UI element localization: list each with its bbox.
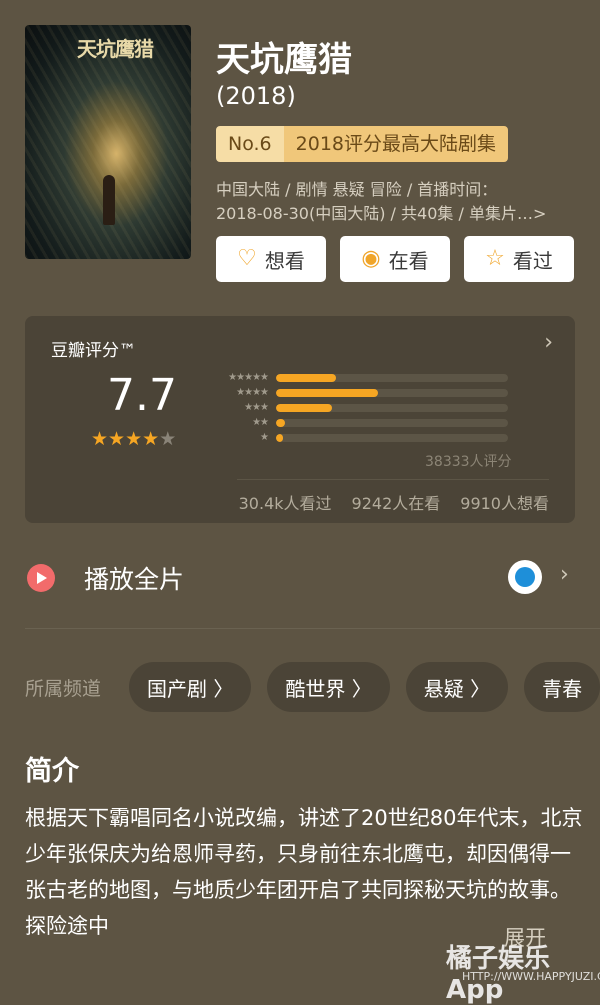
- rating-label: 豆瓣评分™: [51, 341, 136, 361]
- distribution-row: ★: [210, 430, 508, 445]
- play-icon: [27, 564, 55, 592]
- star-icon: ★: [142, 428, 160, 450]
- distribution-bar: [276, 373, 337, 382]
- rating-stars: ★★★★★: [91, 428, 176, 450]
- poster-title: 天坑鹰猎: [77, 37, 154, 61]
- rank-number: No.6: [216, 126, 284, 162]
- distribution-row: ★★★★★: [210, 370, 508, 385]
- distribution-row: ★★★: [210, 400, 508, 415]
- distribution-stars: ★★★★★: [228, 372, 269, 383]
- release-year: (2018): [216, 82, 296, 110]
- distribution-stars: ★: [260, 432, 269, 443]
- want-to-watch-label: 想看: [264, 248, 305, 273]
- distribution-bar: [276, 403, 332, 412]
- distribution-track: [276, 373, 508, 382]
- target-icon: ◉: [361, 246, 381, 271]
- channel-pill[interactable]: 青春: [524, 662, 600, 712]
- rank-badge[interactable]: No.6 2018评分最高大陆剧集: [216, 126, 508, 162]
- add-heart-icon: ♡: [237, 246, 257, 271]
- channel-row: 所属频道 国产剧 〉 酷世界 〉 悬疑 〉 青春: [25, 662, 600, 712]
- distribution-stars: ★★★★: [236, 387, 269, 398]
- distribution-track: [276, 433, 508, 442]
- star-icon: ☆: [485, 246, 505, 271]
- intro-heading: 简介: [25, 756, 79, 787]
- play-full-label: 播放全片: [84, 565, 185, 594]
- meta-line-1: 中国大陆 / 剧情 悬疑 冒险 / 首播时间：: [216, 180, 498, 199]
- watched-button[interactable]: ☆ 看过: [464, 236, 574, 282]
- play-full-row[interactable]: 播放全片 ›: [0, 548, 600, 608]
- poster-figure: [103, 175, 115, 225]
- watched-count: 30.4k人看过: [238, 494, 332, 513]
- rating-distribution: ★★★★★ ★★★★ ★★★ ★★ ★: [210, 370, 508, 445]
- watched-label: 看过: [512, 248, 553, 273]
- intro-text: 根据天下霸唱同名小说改编，讲述了20世纪80年代末，北京少年张保庆为给恩师寻药，…: [25, 806, 583, 938]
- rank-text: 2018评分最高大陆剧集: [283, 126, 508, 162]
- page-title: 天坑鹰猎: [216, 40, 352, 80]
- meta-line-2: 2018-08-30(中国大陆) / 共40集 / 单集片…>: [216, 204, 547, 223]
- chevron-right-icon: ›: [560, 562, 569, 587]
- rating-card[interactable]: 豆瓣评分™ › 7.7 ★★★★★ ★★★★★ ★★★★ ★★★ ★★ ★ 38333人…: [25, 316, 575, 523]
- distribution-row: ★★: [210, 415, 508, 430]
- channel-label: 所属频道: [25, 677, 102, 700]
- star-icon: ★: [159, 428, 177, 450]
- watching-label: 在看: [388, 248, 429, 273]
- star-icon: ★: [125, 428, 143, 450]
- distribution-bar: [276, 418, 286, 427]
- rating-count: 38333人评分: [425, 454, 512, 470]
- meta-info[interactable]: 中国大陆 / 剧情 悬疑 冒险 / 首播时间： 2018-08-30(中国大陆)…: [216, 178, 586, 226]
- watching-button[interactable]: ◉ 在看: [340, 236, 450, 282]
- want-to-watch-button[interactable]: ♡ 想看: [216, 236, 326, 282]
- rating-score: 7.7: [107, 370, 177, 421]
- distribution-stars: ★★★: [244, 402, 269, 413]
- channel-pill[interactable]: 国产剧 〉: [129, 662, 252, 712]
- watching-count: 9242人在看: [351, 494, 441, 513]
- channel-pill[interactable]: 酷世界 〉: [267, 662, 390, 712]
- star-icon: ★: [91, 428, 109, 450]
- watermark-url: HTTP://WWW.HAPPYJUZI.COM: [462, 970, 600, 983]
- star-icon: ★: [108, 428, 126, 450]
- chevron-right-icon[interactable]: ›: [544, 330, 553, 355]
- rating-divider: [237, 479, 549, 480]
- distribution-track: [276, 418, 508, 427]
- divider: [25, 628, 600, 629]
- channel-pill[interactable]: 悬疑 〉: [405, 662, 509, 712]
- distribution-bar: [276, 433, 283, 442]
- distribution-track: [276, 403, 508, 412]
- youku-icon: [508, 560, 542, 594]
- distribution-stars: ★★: [252, 417, 269, 428]
- poster-image[interactable]: 天坑鹰猎: [25, 25, 191, 259]
- distribution-row: ★★★★: [210, 385, 508, 400]
- want-count: 9910人想看: [460, 494, 549, 513]
- action-buttons: ♡ 想看 ◉ 在看 ☆ 看过: [216, 236, 574, 282]
- distribution-bar: [276, 388, 379, 397]
- rating-stats: 30.4k人看过 9242人在看 9910人想看: [239, 490, 549, 514]
- distribution-track: [276, 388, 508, 397]
